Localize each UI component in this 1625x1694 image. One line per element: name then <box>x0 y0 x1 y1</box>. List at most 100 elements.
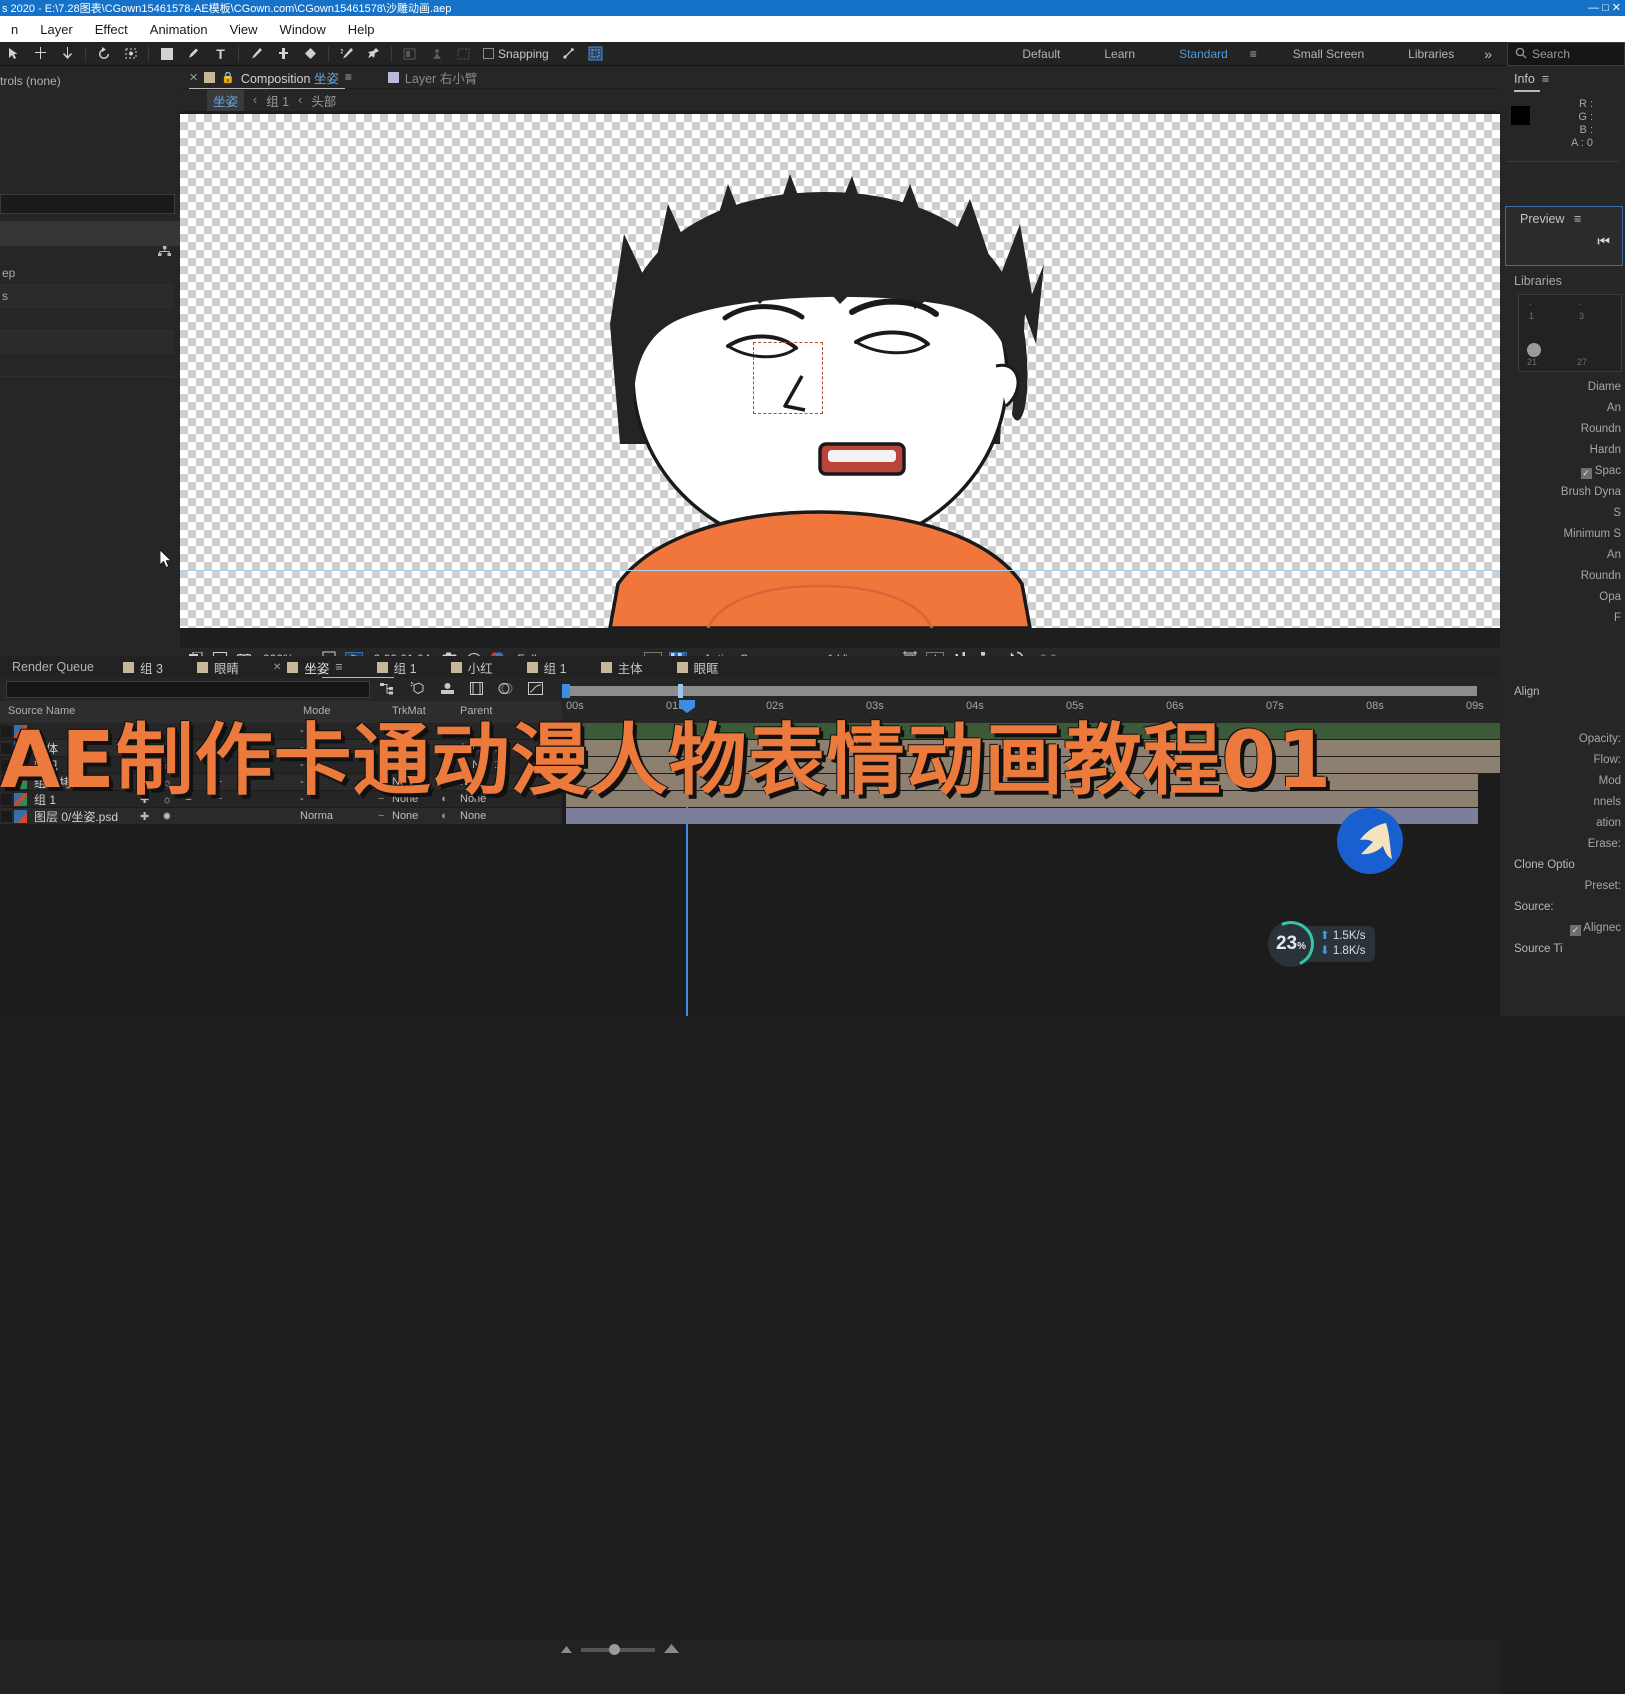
tab-timeline-0[interactable]: 组 3 <box>106 658 180 677</box>
zoom-out-icon[interactable] <box>560 1643 573 1657</box>
tab-render-queue[interactable]: Render Queue <box>0 660 106 674</box>
table-row[interactable]: 图层 0/坐姿.psd ✚ ✸ Norma − None ◖ None <box>0 808 562 825</box>
workspace-menu-icon[interactable]: ≡ <box>1250 47 1271 61</box>
zoom-in-icon[interactable] <box>663 1643 680 1657</box>
brush-preset-dot-2[interactable]: · <box>1579 299 1582 309</box>
breadcrumb-item-0[interactable]: 坐姿 <box>207 90 244 111</box>
pen-tool-icon[interactable] <box>180 43 207 65</box>
spacing-checkbox[interactable]: ✓ <box>1581 468 1592 479</box>
playhead-handle[interactable] <box>679 700 695 713</box>
workspace-standard[interactable]: Standard <box>1157 42 1250 66</box>
clone-aligned-row[interactable]: ✓ Alignec <box>1500 922 1625 943</box>
layer-switches[interactable]: ✚ ✸ <box>140 810 177 823</box>
selection-bounding-box[interactable] <box>753 342 823 414</box>
menu-item-layer[interactable]: Layer <box>29 20 84 39</box>
brush-spacing-row[interactable]: ✓ Spac <box>1500 465 1625 486</box>
info-panel-menu-icon[interactable]: ≡ <box>1542 72 1549 86</box>
timeline-panel-menu-icon[interactable]: ≡ <box>335 660 342 674</box>
workspace-more-icon[interactable]: » <box>1476 46 1500 62</box>
tab-timeline-7[interactable]: 眼眶 <box>660 658 736 677</box>
layer-name[interactable]: 图层 0/坐姿.psd <box>34 808 118 825</box>
project-row-2[interactable]: s <box>0 285 174 308</box>
snapping-toggle[interactable]: Snapping <box>477 47 555 61</box>
timeline-zoom-slider[interactable] <box>581 1648 655 1652</box>
brush-presets-grid[interactable]: · · 1 3 21 27 <box>1518 294 1622 372</box>
orbit-tool-icon[interactable] <box>117 43 144 65</box>
tab-timeline-2-active[interactable]: ✕坐姿≡ <box>256 658 360 677</box>
eraser-tool-icon[interactable] <box>297 43 324 65</box>
snap-axis-icon[interactable] <box>555 43 582 65</box>
project-search-input[interactable] <box>0 194 175 214</box>
menu-item-view[interactable]: View <box>219 20 269 39</box>
work-area-bar[interactable] <box>565 686 1477 696</box>
layer-mode[interactable]: Norma <box>300 810 356 822</box>
composition-mini-flowchart-icon[interactable] <box>380 682 395 698</box>
brush-preset-swatch[interactable] <box>1527 343 1541 357</box>
timeline-zoom-controls[interactable] <box>560 1640 680 1660</box>
menu-item-effect[interactable]: Effect <box>84 20 139 39</box>
tab-timeline-5[interactable]: 组 1 <box>510 658 584 677</box>
snapping-checkbox[interactable] <box>483 48 494 59</box>
graph-editor-icon[interactable] <box>528 682 543 698</box>
tab-timeline-6[interactable]: 主体 <box>584 658 660 677</box>
workspace-default[interactable]: Default <box>1000 42 1082 66</box>
brush-tool-icon[interactable] <box>243 43 270 65</box>
person-icon[interactable] <box>423 43 450 65</box>
type-tool-icon[interactable]: T <box>207 43 234 65</box>
hierarchy-icon[interactable] <box>158 246 171 260</box>
transform-box-icon[interactable] <box>582 43 609 65</box>
menu-item-n[interactable]: n <box>0 20 29 39</box>
clone-stamp-tool-icon[interactable] <box>270 43 297 65</box>
hand-tool-icon[interactable] <box>27 43 54 65</box>
workspace-learn[interactable]: Learn <box>1082 42 1157 66</box>
project-row-4[interactable] <box>0 331 174 354</box>
rotation-tool-icon[interactable] <box>90 43 117 65</box>
breadcrumb-item-1[interactable]: 组 1 <box>266 91 289 110</box>
window-controls[interactable]: — □ ✕ <box>1588 1 1621 14</box>
brush-preset-dot-1[interactable]: · <box>1529 299 1532 309</box>
lock-icon[interactable]: 🔒 <box>221 71 235 84</box>
work-area-end-handle[interactable] <box>678 684 683 698</box>
layer-tab-label[interactable]: Layer 右小臂 <box>405 68 477 87</box>
info-panel-tab[interactable]: Info ≡ <box>1500 66 1625 90</box>
preview-panel[interactable]: Preview ≡ ⏮ <box>1505 206 1623 266</box>
roto-brush-tool-icon[interactable] <box>333 43 360 65</box>
search-box[interactable]: Search <box>1507 42 1625 66</box>
tab-timeline-1[interactable]: 眼睛 <box>180 658 256 677</box>
puppet-pin-tool-icon[interactable] <box>360 43 387 65</box>
motion-blur-icon[interactable] <box>498 682 513 698</box>
composition-panel-menu-icon[interactable]: ≡ <box>345 70 352 84</box>
layer-trkmat[interactable]: None <box>392 810 418 822</box>
work-area-start-handle[interactable] <box>562 684 570 698</box>
project-row-5[interactable] <box>0 354 174 377</box>
menu-item-window[interactable]: Window <box>269 20 337 39</box>
close-icon[interactable]: ✕ <box>189 71 198 84</box>
menu-item-animation[interactable]: Animation <box>139 20 219 39</box>
workspace-small-screen[interactable]: Small Screen <box>1271 42 1386 66</box>
zoom-tool-icon[interactable] <box>54 43 81 65</box>
hide-shy-layers-icon[interactable] <box>440 682 455 698</box>
tab-timeline-4[interactable]: 小红 <box>434 658 510 677</box>
align-left-icon[interactable] <box>396 43 423 65</box>
layer-parent[interactable]: None <box>460 810 486 822</box>
libraries-panel-title[interactable]: Libraries <box>1514 274 1562 288</box>
frame-blending-icon[interactable] <box>470 682 483 698</box>
preview-panel-menu-icon[interactable]: ≡ <box>1574 212 1581 226</box>
draft-3d-icon[interactable] <box>410 681 425 698</box>
video-switch-icon[interactable] <box>1 811 12 822</box>
project-row-3[interactable] <box>0 308 174 331</box>
workspace-libraries[interactable]: Libraries <box>1386 42 1476 66</box>
network-speed-widget[interactable]: 23% ⬆ 1.5K/s ⬇ 1.8K/s <box>1268 922 1375 966</box>
aligned-checkbox[interactable]: ✓ <box>1570 925 1581 936</box>
mesh-icon[interactable] <box>450 43 477 65</box>
close-icon[interactable]: ✕ <box>273 662 281 673</box>
shape-tool-icon[interactable] <box>153 43 180 65</box>
selection-tool-icon[interactable] <box>0 43 27 65</box>
project-row-1[interactable]: еp <box>0 262 174 285</box>
parent-pickwhip-icon[interactable]: ◖ <box>440 810 447 822</box>
menu-item-help[interactable]: Help <box>337 20 386 39</box>
composition-viewer[interactable] <box>180 114 1500 628</box>
breadcrumb-item-2[interactable]: 头部 <box>311 91 336 110</box>
composition-tab-label[interactable]: Composition 坐姿 <box>241 68 339 87</box>
tab-timeline-3[interactable]: 组 1 <box>360 658 434 677</box>
